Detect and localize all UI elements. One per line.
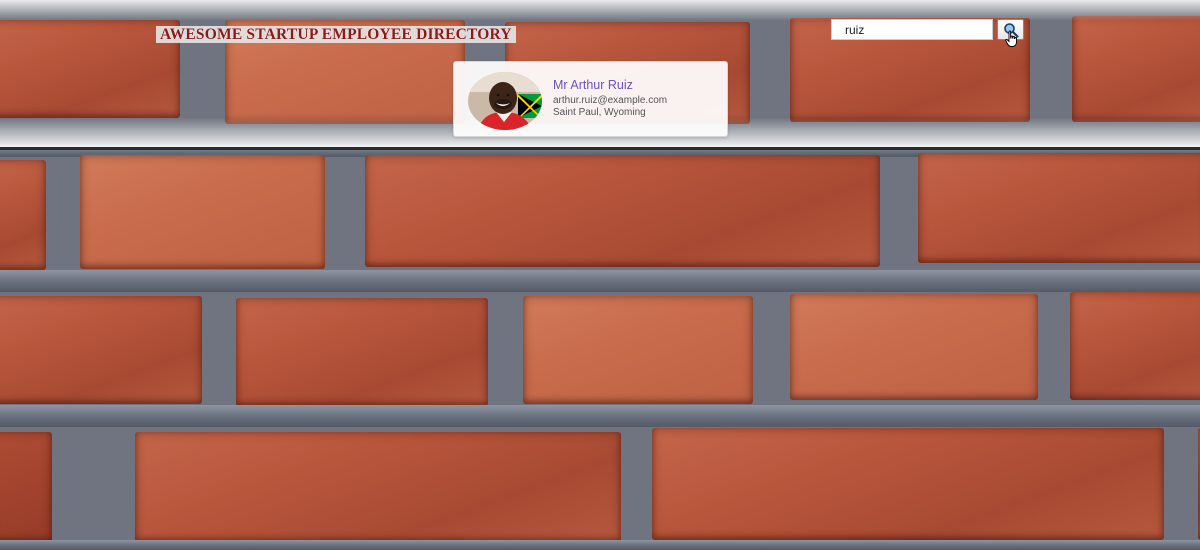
page-title: AWESOME STARTUP EMPLOYEE DIRECTORY [156,26,516,43]
employee-card[interactable]: Mr Arthur Ruiz arthur.ruiz@example.com S… [453,61,728,137]
employee-email: arthur.ruiz@example.com [553,95,668,106]
employee-name[interactable]: Mr Arthur Ruiz [553,78,633,92]
hand-cursor-icon [1005,30,1017,47]
search-input[interactable] [831,19,993,40]
employee-location: Saint Paul, Wyoming [553,107,646,118]
avatar [468,72,542,130]
